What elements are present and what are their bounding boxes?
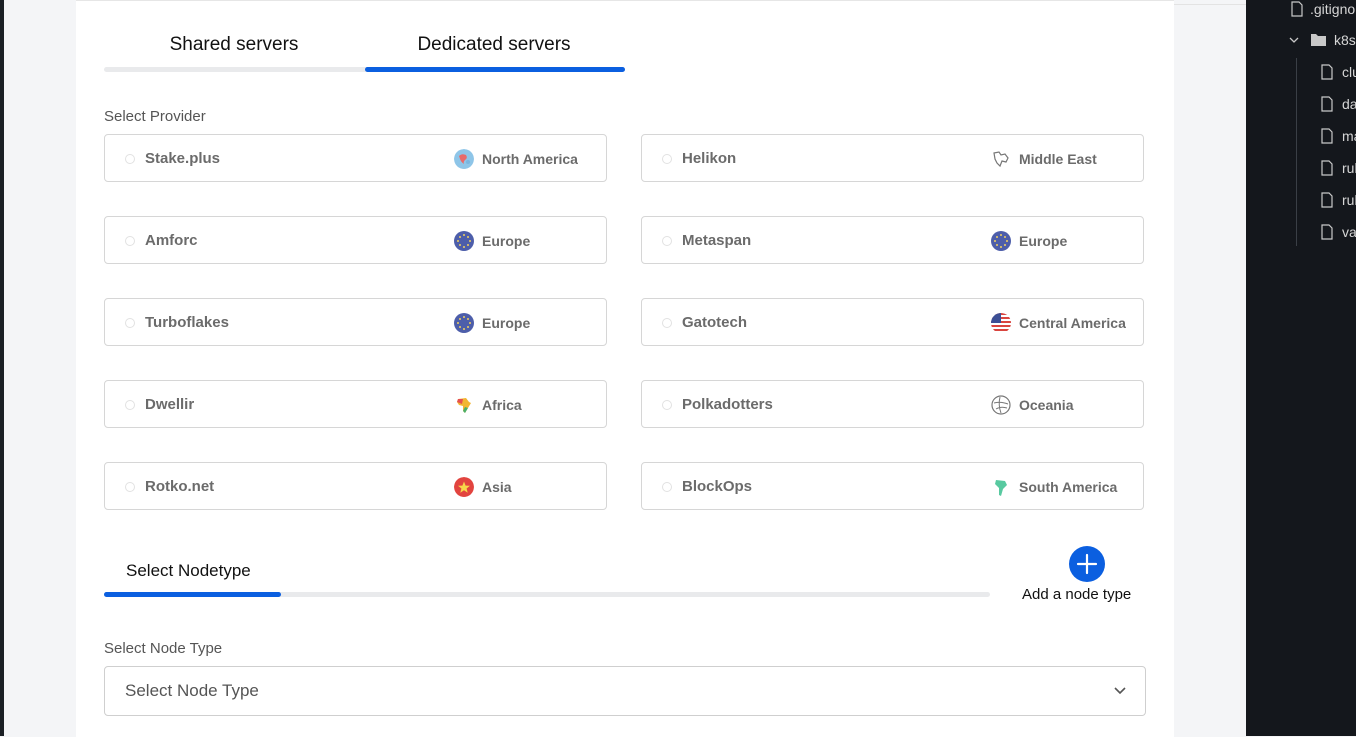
provider-name: Stake.plus: [145, 150, 221, 167]
provider-name: Amforc: [145, 232, 198, 249]
chevron-down-icon: [1289, 37, 1299, 43]
select-node-type-label: Select Node Type: [104, 640, 223, 657]
provider-name: Helikon: [682, 150, 737, 167]
provider-name: Turboflakes: [145, 314, 229, 331]
region-label: Europe: [482, 315, 531, 331]
eu-flag-icon: [991, 231, 1011, 251]
add-node-type-label[interactable]: Add a node type: [1022, 586, 1131, 603]
provider-option[interactable]: Stake.plus North America: [104, 134, 607, 182]
file-label: rules: [1342, 160, 1356, 176]
select-placeholder: Select Node Type: [125, 681, 259, 700]
plus-icon: [1076, 553, 1098, 575]
region-label: Middle East: [1019, 151, 1097, 167]
radio-button[interactable]: [125, 154, 135, 164]
select-provider-label: Select Provider: [104, 108, 206, 125]
provider-option[interactable]: Metaspan Europe: [641, 216, 1144, 264]
provider-option[interactable]: Amforc Europe: [104, 216, 607, 264]
main-card: Shared servers Dedicated servers Select …: [76, 0, 1174, 737]
tab-active-indicator: [365, 67, 625, 72]
region-label: Europe: [482, 233, 531, 249]
left-edge: [0, 0, 4, 736]
south-america-map-icon: [991, 477, 1011, 497]
file-icon: [1321, 160, 1333, 176]
radio-button[interactable]: [125, 318, 135, 328]
provider-option[interactable]: Turboflakes Europe: [104, 298, 607, 346]
chevron-down-icon: [1114, 687, 1126, 695]
file-label: values: [1342, 224, 1356, 240]
north-america-globe-icon: [454, 149, 474, 169]
divider: [1174, 4, 1246, 5]
provider-name: BlockOps: [682, 478, 753, 495]
provider-option[interactable]: BlockOps South America: [641, 462, 1144, 510]
provider-option[interactable]: Polkadotters Oceania: [641, 380, 1144, 428]
provider-option[interactable]: Dwellir Africa: [104, 380, 607, 428]
eu-flag-icon: [454, 231, 474, 251]
radio-button[interactable]: [125, 236, 135, 246]
africa-map-icon: [454, 395, 474, 415]
tree-guide-line: [1296, 58, 1297, 246]
file-label: main: [1342, 128, 1356, 144]
folder-icon: [1311, 34, 1326, 46]
provider-name: Gatotech: [682, 314, 748, 331]
file-icon: [1321, 224, 1333, 240]
radio-button[interactable]: [125, 400, 135, 410]
file-icon: [1291, 1, 1303, 17]
tab-dedicated-servers[interactable]: Dedicated servers: [394, 34, 594, 62]
radio-button[interactable]: [662, 154, 672, 164]
file-label: rules: [1342, 192, 1356, 208]
file-label: cluster: [1342, 64, 1356, 80]
region-label: Central America: [1019, 315, 1126, 331]
provider-name: Metaspan: [682, 232, 752, 249]
file-label: data: [1342, 96, 1356, 112]
radio-button[interactable]: [662, 482, 672, 492]
region-label: Oceania: [1019, 397, 1074, 413]
middle-east-map-icon: [991, 149, 1011, 169]
provider-option[interactable]: Helikon Middle East: [641, 134, 1144, 182]
file-icon: [1321, 64, 1333, 80]
file-icon: [1321, 192, 1333, 208]
provider-name: Rotko.net: [145, 478, 215, 495]
provider-name: Dwellir: [145, 396, 195, 413]
tab-select-nodetype[interactable]: Select Nodetype: [126, 561, 251, 581]
region-label: Europe: [1019, 233, 1068, 249]
radio-button[interactable]: [662, 400, 672, 410]
radio-button[interactable]: [662, 236, 672, 246]
region-label: Asia: [482, 479, 512, 495]
nodetype-active-indicator: [104, 592, 281, 597]
us-flag-icon: [991, 313, 1011, 333]
region-label: North America: [482, 151, 578, 167]
folder-label: k8s: [1334, 32, 1356, 48]
node-type-select[interactable]: Select Node Type: [104, 666, 1146, 716]
provider-option[interactable]: Gatotech Central America: [641, 298, 1144, 346]
provider-option[interactable]: Rotko.net Asia: [104, 462, 607, 510]
tab-shared-servers[interactable]: Shared servers: [148, 34, 320, 62]
provider-name: Polkadotters: [682, 396, 773, 413]
region-label: South America: [1019, 479, 1118, 495]
oceania-globe-icon: [991, 395, 1011, 415]
eu-flag-icon: [454, 313, 474, 333]
region-label: Africa: [482, 397, 522, 413]
file-icon: [1321, 96, 1333, 112]
file-explorer-panel: .gitignore k8s cluster data main rules r…: [1246, 0, 1356, 736]
radio-button[interactable]: [125, 482, 135, 492]
vietnam-flag-icon: [454, 477, 474, 497]
add-node-type-button[interactable]: [1069, 546, 1105, 582]
radio-button[interactable]: [662, 318, 672, 328]
file-icon: [1321, 128, 1333, 144]
file-label: .gitignore: [1310, 1, 1356, 17]
